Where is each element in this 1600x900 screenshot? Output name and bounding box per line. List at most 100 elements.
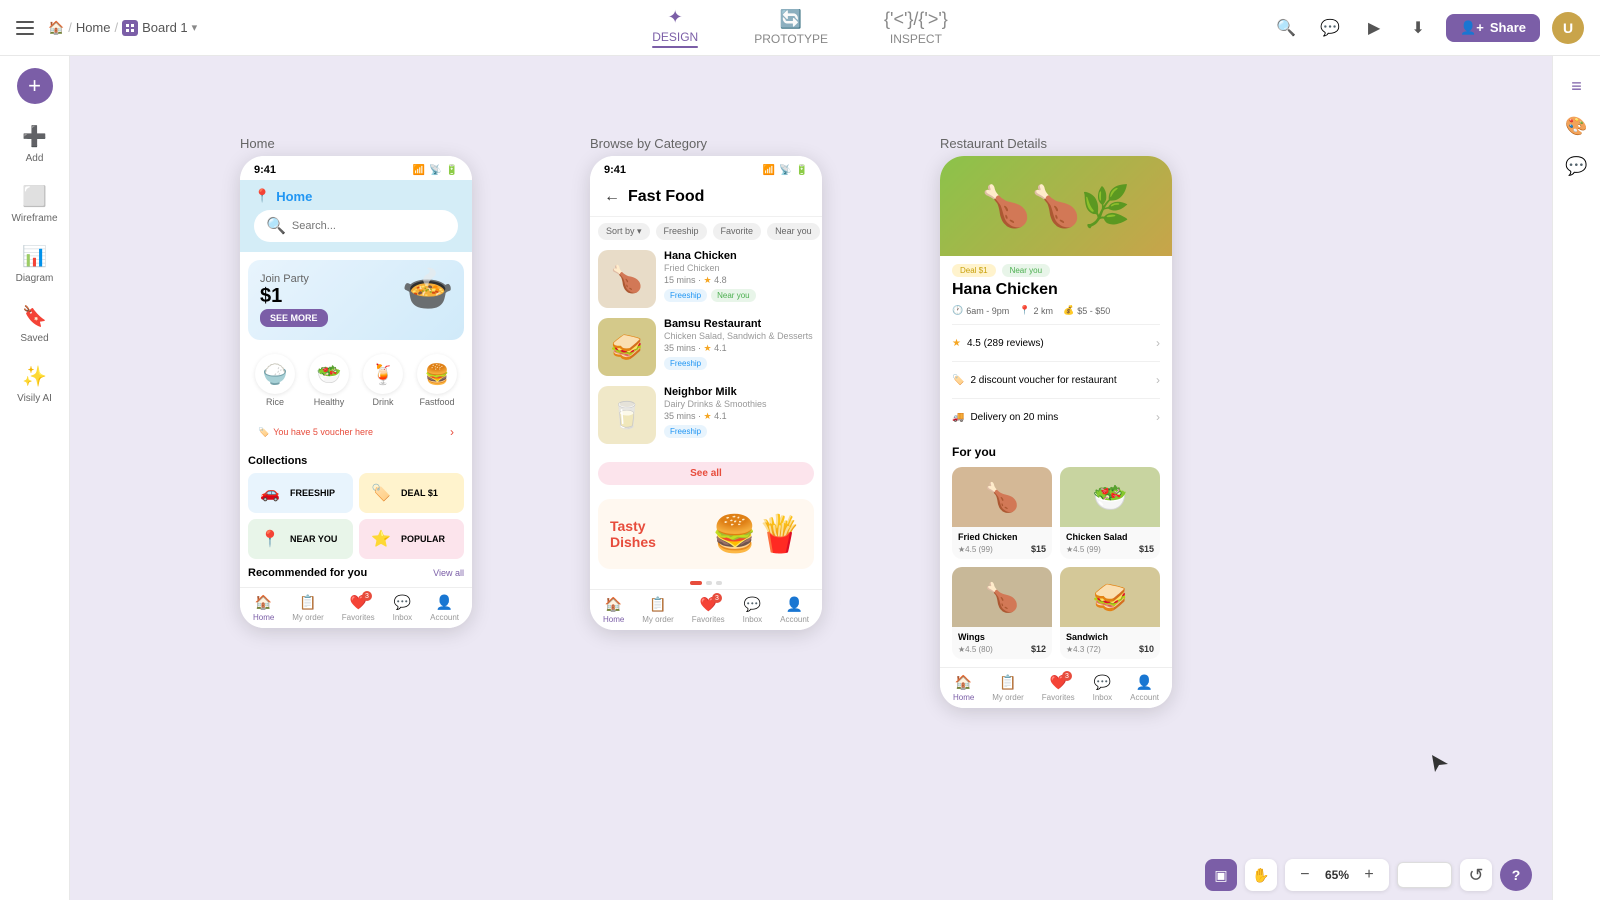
rating-row[interactable]: ★ 4.5 (289 reviews) › [952, 331, 1160, 355]
p3-nav-order[interactable]: 📋 My order [992, 674, 1024, 702]
board-link[interactable]: Board 1 ▾ [122, 20, 197, 36]
for-you-title: For you [952, 445, 1160, 459]
p1-nav-account[interactable]: 👤 Account [430, 594, 459, 622]
mouse-cursor [1428, 751, 1452, 780]
order-nav-label: My order [292, 613, 324, 622]
category-healthy[interactable]: 🥗 Healthy [309, 354, 349, 407]
inbox-nav-label: Inbox [393, 613, 413, 622]
restaurant-bamsu[interactable]: 🥪 Bamsu Restaurant Chicken Salad, Sandwi… [598, 318, 814, 376]
p3-nav-inbox[interactable]: 💬 Inbox [1093, 674, 1113, 702]
p1-nav-inbox[interactable]: 💬 Inbox [393, 594, 413, 622]
sidebar-item-visily[interactable]: ✨ Visily AI [6, 356, 64, 412]
collection-popular[interactable]: ⭐ POPULAR [359, 519, 464, 559]
sidebar-item-add[interactable]: ➕ Add [6, 116, 64, 172]
category-fastfood[interactable]: 🍔 Fastfood [417, 354, 457, 407]
user-avatar[interactable]: U [1552, 12, 1584, 44]
add-button[interactable]: + [17, 68, 53, 104]
p2-account-icon: 👤 [786, 596, 803, 613]
sidebar-add-label: Add [26, 153, 44, 164]
p2-nav-account[interactable]: 👤 Account [780, 596, 809, 624]
rice-label: Rice [266, 397, 284, 407]
history-button[interactable]: ↺ [1460, 859, 1492, 891]
chat-button[interactable]: 💬 [1314, 12, 1346, 44]
see-more-button[interactable]: SEE MORE [260, 309, 328, 327]
play-button[interactable]: ▶ [1358, 12, 1390, 44]
fastfood-label: Fastfood [419, 397, 454, 407]
neighbor-desc: Dairy Drinks & Smoothies [664, 399, 814, 409]
p1-nav-order[interactable]: 📋 My order [292, 594, 324, 622]
bamsu-name: Bamsu Restaurant [664, 318, 814, 330]
bottom-bar: ▣ ✋ − 65% + ↺ ? [70, 850, 1552, 900]
p3-nav-account[interactable]: 👤 Account [1130, 674, 1159, 702]
home-icon[interactable]: 🏠 [48, 20, 64, 36]
see-all-button[interactable]: See all [598, 462, 814, 485]
p1-nav-home[interactable]: 🏠 Home [253, 594, 274, 622]
view-all-link[interactable]: View all [433, 568, 464, 578]
p3-account-label: Account [1130, 693, 1159, 702]
restaurant-hana[interactable]: 🍗 Hana Chicken Fried Chicken 15 mins · ★… [598, 250, 814, 308]
p3-nav-favorites[interactable]: ❤️3 Favorites [1042, 674, 1075, 702]
category-drink[interactable]: 🍹 Drink [363, 354, 403, 407]
zoom-in-button[interactable]: + [1357, 863, 1381, 887]
chicken-salad-rating: ★4.5 (99) [1066, 545, 1101, 554]
food-card-sandwich[interactable]: 🥪 Sandwich ★4.3 (72) $10 [1060, 567, 1160, 659]
top-nav: 🏠 / Home / Board 1 ▾ ✦ DESIGN 🔄 PROTOTYP… [0, 0, 1600, 56]
tab-prototype[interactable]: 🔄 PROTOTYPE [742, 1, 840, 54]
p2-nav-favorites[interactable]: ❤️3 Favorites [692, 596, 725, 624]
back-button[interactable]: ← [604, 188, 620, 206]
nearyou-icon: 📍 [256, 525, 284, 553]
share-button[interactable]: 👤+ Share [1446, 14, 1540, 42]
sidebar-item-saved[interactable]: 🔖 Saved [6, 296, 64, 352]
search-input[interactable] [292, 220, 446, 232]
p2-nav-home[interactable]: 🏠 Home [603, 596, 624, 624]
project-link[interactable]: Home [76, 20, 111, 35]
p2-inbox-label: Inbox [743, 615, 763, 624]
p3-bottom-nav: 🏠 Home 📋 My order ❤️3 Favorites 💬 Inbox … [940, 667, 1172, 708]
delivery-row[interactable]: 🚚 Delivery on 20 mins › [952, 405, 1160, 429]
p2-nav-order[interactable]: 📋 My order [642, 596, 674, 624]
hamburger-menu[interactable] [16, 16, 40, 40]
rs-layers[interactable]: ≡ [1559, 68, 1595, 104]
filter-freeship[interactable]: Freeship [656, 223, 707, 240]
voucher-row[interactable]: 🏷️ 2 discount voucher for restaurant › [952, 368, 1160, 392]
collection-nearyou[interactable]: 📍 NEAR YOU [248, 519, 353, 559]
food-card-wings[interactable]: 🍗 Wings ★4.5 (80) $12 [952, 567, 1052, 659]
p2-nav-inbox[interactable]: 💬 Inbox [743, 596, 763, 624]
p3-home-label: Home [953, 693, 974, 702]
tab-design[interactable]: ✦ DESIGN [640, 0, 710, 56]
rs-assets[interactable]: 🎨 [1559, 108, 1595, 144]
rs-comments[interactable]: 💬 [1559, 148, 1595, 184]
chevron-down-icon[interactable]: ▾ [192, 21, 198, 34]
sidebar-item-wireframe[interactable]: ⬜ Wireframe [6, 176, 64, 232]
download-button[interactable]: ⬇ [1402, 12, 1434, 44]
zoom-preset-select[interactable] [1397, 862, 1452, 888]
help-button[interactable]: ? [1500, 859, 1532, 891]
cursor-tool-button[interactable]: ▣ [1205, 859, 1237, 891]
tab-prototype-label: PROTOTYPE [754, 32, 828, 46]
p1-nav-favorites[interactable]: ❤️3 Favorites [342, 594, 375, 622]
filter-sort[interactable]: Sort by ▾ [598, 223, 650, 240]
hand-tool-button[interactable]: ✋ [1245, 859, 1277, 891]
collection-deal[interactable]: 🏷️ DEAL $1 [359, 473, 464, 513]
filter-favorite[interactable]: Favorite [713, 223, 762, 240]
filter-nearyou[interactable]: Near you [767, 223, 820, 240]
food-card-fried-chicken[interactable]: 🍗 Fried Chicken ★4.5 (99) $15 [952, 467, 1052, 559]
p2-header: ← Fast Food [590, 180, 822, 217]
p3-meta: 🕐 6am - 9pm 📍 2 km 💰 $5 - $50 [952, 305, 1160, 316]
zoom-out-button[interactable]: − [1293, 863, 1317, 887]
sandwich-meta: ★4.3 (72) $10 [1066, 644, 1154, 654]
search-button[interactable]: 🔍 [1270, 12, 1302, 44]
chicken-salad-meta: ★4.5 (99) $15 [1066, 544, 1154, 554]
restaurant-neighbor[interactable]: 🥛 Neighbor Milk Dairy Drinks & Smoothies… [598, 386, 814, 444]
nav-right: 🔍 💬 ▶ ⬇ 👤+ Share U [960, 12, 1600, 44]
food-card-chicken-salad[interactable]: 🥗 Chicken Salad ★4.5 (99) $15 [1060, 467, 1160, 559]
near-badge: Near you [1002, 264, 1050, 277]
p3-nav-home[interactable]: 🏠 Home [953, 674, 974, 702]
sidebar-item-diagram[interactable]: 📊 Diagram [6, 236, 64, 292]
p1-search-bar[interactable]: 🔍 [254, 210, 458, 242]
category-rice[interactable]: 🍚 Rice [255, 354, 295, 407]
tab-inspect[interactable]: {'<'}/{'>'} INSPECT [872, 1, 960, 54]
wings-name: Wings [958, 632, 1046, 642]
voucher-bar[interactable]: 🏷️ You have 5 voucher here › [248, 419, 464, 445]
collection-freeship[interactable]: 🚗 FREESHIP [248, 473, 353, 513]
